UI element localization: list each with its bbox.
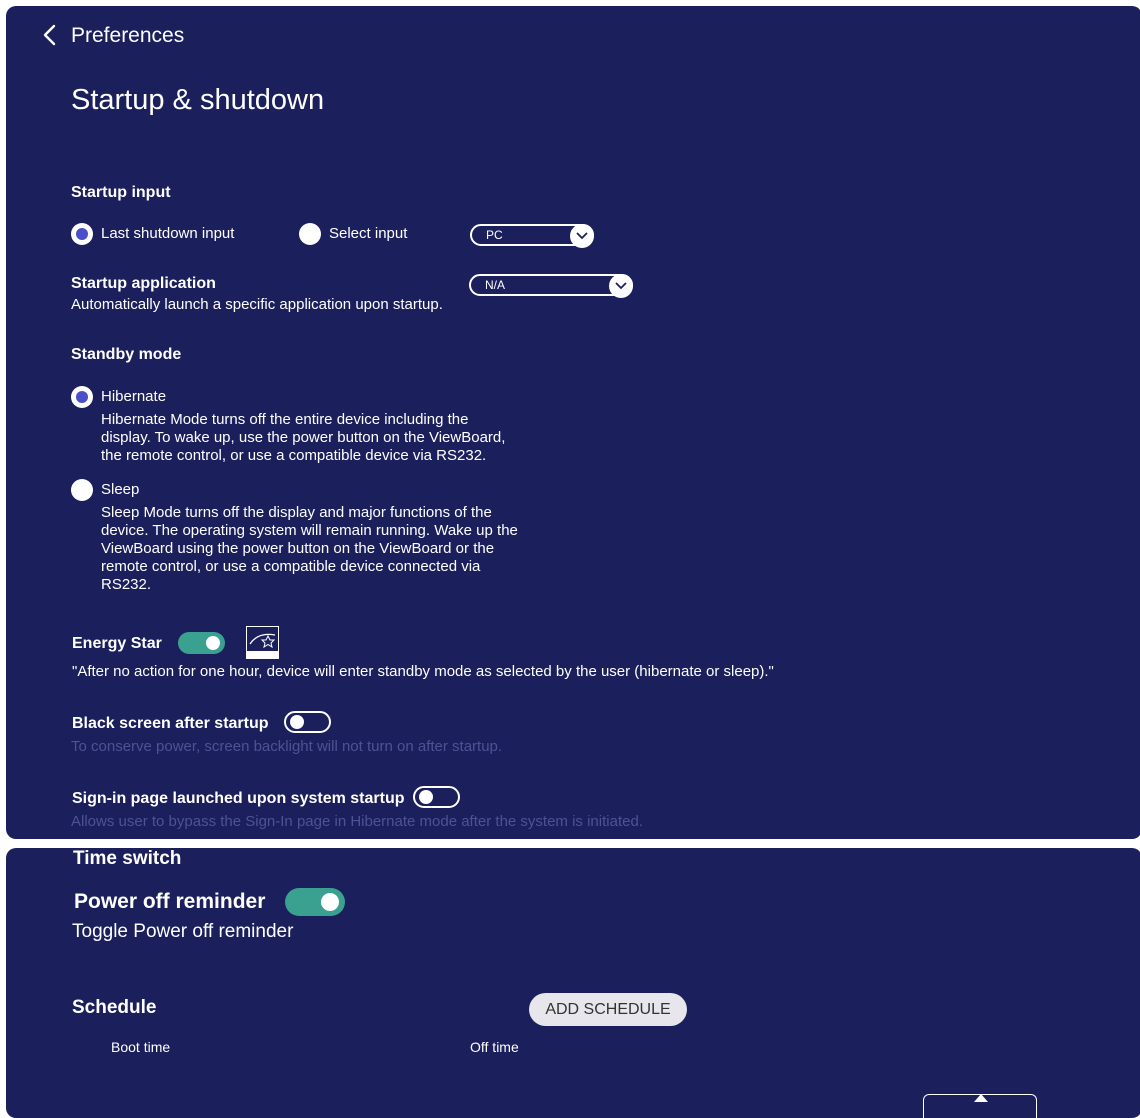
hibernate-label: Hibernate	[101, 388, 167, 405]
energy-star-toggle[interactable]	[178, 632, 225, 654]
startup-shutdown-panel: Preferences Startup & shutdown Startup i…	[6, 6, 1140, 839]
startup-application-value: N/A	[485, 278, 506, 292]
startup-application-dropdown[interactable]: N/A	[469, 274, 633, 298]
time-switch-heading: Time switch	[73, 848, 182, 869]
energy-star-note: "After no action for one hour, device wi…	[72, 663, 774, 680]
power-off-reminder-label: Power off reminder	[74, 890, 266, 913]
last-shutdown-input-label: Last shutdown input	[101, 225, 235, 242]
black-screen-label: Black screen after startup	[72, 715, 269, 732]
radio-last-shutdown-input[interactable]	[71, 223, 93, 245]
off-time-column-header: Off time	[470, 1039, 519, 1055]
page-title: Startup & shutdown	[71, 84, 325, 116]
chevron-down-icon	[609, 274, 633, 298]
add-schedule-button[interactable]: ADD SCHEDULE	[529, 993, 687, 1026]
select-input-label: Select input	[329, 225, 408, 242]
schedule-heading: Schedule	[72, 997, 157, 1018]
signin-page-toggle[interactable]	[413, 786, 460, 808]
input-source-value: PC	[486, 228, 503, 242]
signin-page-label: Sign-in page launched upon system startu…	[72, 790, 405, 807]
radio-sleep[interactable]	[71, 479, 93, 501]
radio-select-input[interactable]	[299, 223, 321, 245]
sleep-label: Sleep	[101, 481, 140, 498]
standby-mode-heading: Standby mode	[71, 346, 182, 363]
chevron-down-icon	[570, 224, 594, 248]
hibernate-description: Hibernate Mode turns off the entire devi…	[101, 411, 506, 464]
sleep-description: Sleep Mode turns off the display and maj…	[101, 504, 518, 593]
scroll-up-tab[interactable]	[923, 1094, 1037, 1118]
power-off-reminder-description: Toggle Power off reminder	[72, 921, 294, 942]
energy-star-logo-icon	[246, 626, 279, 659]
startup-application-description: Automatically launch a specific applicat…	[71, 296, 443, 313]
input-source-dropdown[interactable]: PC	[470, 224, 594, 248]
energy-star-label: Energy Star	[72, 635, 162, 652]
startup-application-heading: Startup application	[71, 275, 216, 292]
signin-page-description: Allows user to bypass the Sign-In page i…	[71, 813, 643, 830]
boot-time-column-header: Boot time	[111, 1039, 171, 1055]
power-off-reminder-toggle[interactable]	[285, 888, 345, 916]
startup-input-heading: Startup input	[71, 184, 171, 201]
time-switch-panel: Time switch Power off reminder Toggle Po…	[6, 848, 1140, 1118]
black-screen-toggle[interactable]	[284, 711, 331, 733]
arrow-up-icon	[974, 1094, 988, 1102]
back-chevron-icon[interactable]	[40, 23, 62, 47]
black-screen-description: To conserve power, screen backlight will…	[71, 738, 503, 755]
radio-hibernate[interactable]	[71, 386, 93, 408]
back-to-preferences-link[interactable]: Preferences	[71, 24, 184, 48]
